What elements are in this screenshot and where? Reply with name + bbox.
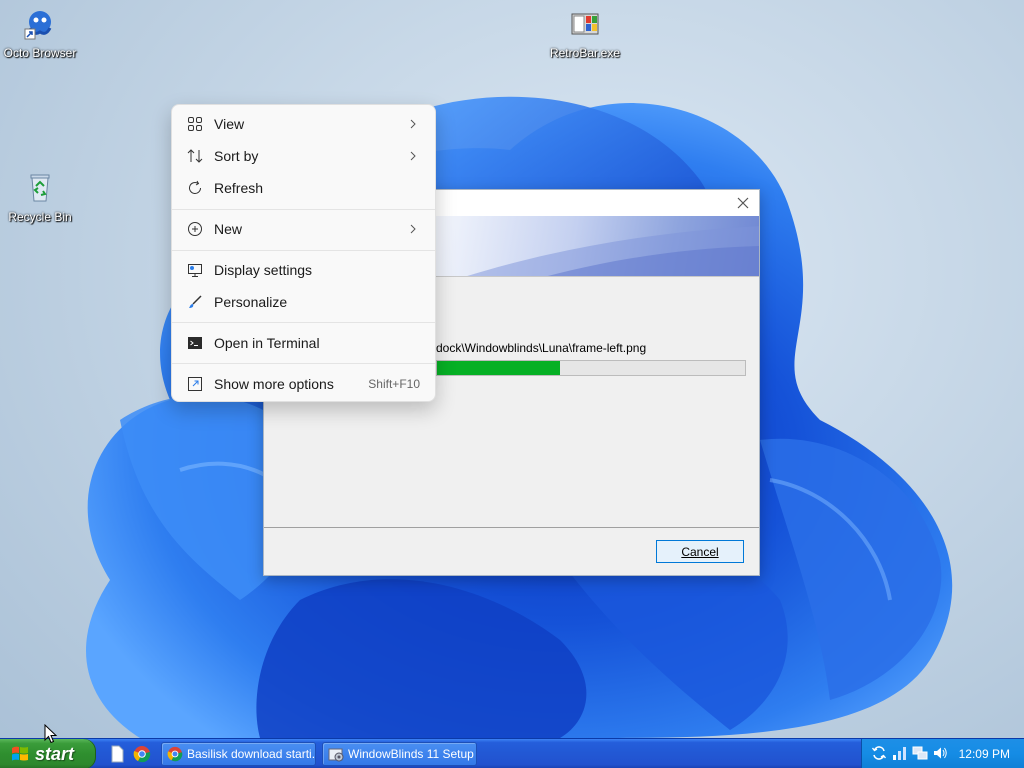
desktop-context-menu: View Sort by Refresh New Display setting… — [171, 104, 436, 402]
menu-item-label: New — [214, 221, 243, 237]
chevron-right-icon — [410, 119, 416, 129]
menu-item-open-in-terminal[interactable]: Open in Terminal — [176, 328, 431, 358]
chevron-right-icon — [410, 151, 416, 161]
more-options-icon — [188, 377, 202, 391]
menu-item-refresh[interactable]: Refresh — [176, 173, 431, 203]
taskbar-button-basilisk[interactable]: Basilisk download starti... — [161, 742, 316, 766]
terminal-icon — [188, 337, 202, 349]
menu-item-sort-by[interactable]: Sort by — [176, 141, 431, 171]
desktop-icon-retrobar[interactable]: RetroBar.exe — [545, 8, 625, 60]
network-computers-icon[interactable] — [912, 745, 928, 761]
sort-icon — [187, 149, 203, 163]
mouse-pointer-icon — [44, 724, 58, 744]
menu-separator — [172, 363, 435, 364]
volume-icon[interactable] — [932, 745, 948, 761]
chrome-icon — [167, 746, 183, 762]
taskbar-button-label: WindowBlinds 11 Setup — [348, 747, 474, 761]
setup-close-button[interactable] — [733, 193, 753, 213]
setup-footer: Cancel — [264, 527, 759, 576]
retrobar-icon — [571, 13, 599, 35]
refresh-icon — [189, 180, 201, 194]
menu-item-view[interactable]: View — [176, 109, 431, 139]
desktop-icon-recycle-bin[interactable]: Recycle Bin — [0, 172, 80, 224]
install-progress-fill — [437, 361, 561, 375]
desktop-icon-label: Recycle Bin — [8, 210, 72, 224]
menu-item-label: Sort by — [214, 148, 259, 164]
recycle-bin-icon — [30, 174, 50, 202]
desktop-icon-label: Octo Browser — [3, 46, 77, 60]
network-signal-icon[interactable] — [892, 745, 908, 761]
windows-logo-icon — [12, 746, 28, 761]
menu-separator — [172, 209, 435, 210]
taskbar: start Basilisk download starti... Window… — [0, 738, 1024, 768]
menu-separator — [172, 250, 435, 251]
menu-item-label: Show more options — [214, 376, 334, 392]
current-file-path: dock\Windowblinds\Luna\frame-left.png — [436, 341, 647, 355]
brush-icon — [189, 295, 202, 308]
close-icon — [737, 197, 749, 209]
start-label: start — [35, 743, 75, 764]
taskbar-button-label: Basilisk download starti... — [187, 747, 316, 761]
chevron-right-icon — [410, 224, 416, 234]
menu-item-show-more-options[interactable]: Show more options Shift+F10 — [176, 369, 431, 399]
chrome-icon[interactable] — [133, 745, 151, 763]
menu-item-display-settings[interactable]: Display settings — [176, 255, 431, 285]
menu-item-label: View — [214, 116, 245, 132]
cancel-button[interactable]: Cancel — [656, 540, 744, 563]
sync-icon[interactable] — [871, 745, 887, 761]
menu-item-label: Display settings — [214, 262, 313, 278]
display-settings-icon — [188, 264, 202, 277]
menu-item-personalize[interactable]: Personalize — [176, 287, 431, 317]
plus-circle-icon — [188, 222, 202, 236]
menu-item-new[interactable]: New — [176, 214, 431, 244]
desktop-icon-octo-browser[interactable]: Octo Browser — [0, 8, 80, 60]
taskbar-clock[interactable]: 12:09 PM — [959, 747, 1010, 761]
install-progress-bar — [436, 360, 746, 376]
show-desktop-icon[interactable] — [108, 745, 126, 763]
menu-item-label: Refresh — [214, 180, 264, 196]
taskbar-button-windowblinds-setup[interactable]: WindowBlinds 11 Setup — [322, 742, 477, 766]
grid-view-icon — [188, 117, 202, 131]
shortcut-hint: Shift+F10 — [368, 377, 420, 391]
system-tray: 12:09 PM — [861, 739, 1024, 768]
desktop-icon-label: RetroBar.exe — [549, 46, 621, 60]
setup-icon — [328, 748, 344, 762]
menu-separator — [172, 322, 435, 323]
menu-item-label: Open in Terminal — [214, 335, 320, 351]
menu-item-label: Personalize — [214, 294, 288, 310]
octo-browser-icon — [24, 11, 52, 40]
